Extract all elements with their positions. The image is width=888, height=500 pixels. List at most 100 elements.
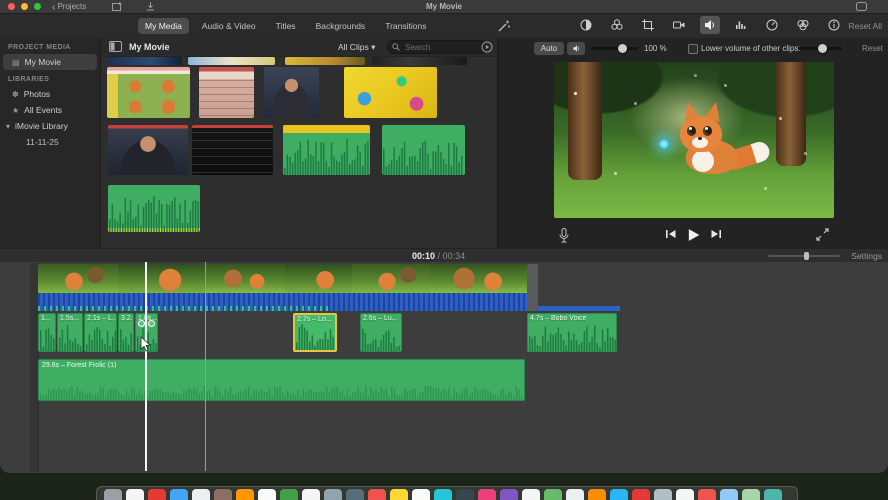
tab-audio-video[interactable]: Audio & Video xyxy=(195,18,263,34)
play-button[interactable] xyxy=(686,228,701,242)
dock-app-icon[interactable] xyxy=(390,489,408,500)
volume-slider[interactable] xyxy=(591,44,638,53)
media-thumbnail-man2[interactable] xyxy=(108,125,188,175)
clip-filter-dropdown[interactable]: All Clips ▾ xyxy=(338,42,375,53)
speed-icon[interactable] xyxy=(762,16,782,34)
media-thumbnail-man[interactable] xyxy=(264,67,319,118)
timeline-settings-button[interactable]: Settings xyxy=(851,251,882,261)
timeline-video-clip[interactable] xyxy=(118,264,206,293)
ducking-slider[interactable] xyxy=(798,44,842,53)
dock-app-icon[interactable] xyxy=(302,489,320,500)
video-audio-waveform[interactable] xyxy=(38,293,527,311)
play-filtered-icon[interactable] xyxy=(481,41,493,53)
dock-app-icon[interactable] xyxy=(588,489,606,500)
media-thumbnail-yellow[interactable] xyxy=(344,67,437,118)
timeline-audio-clip[interactable]: 1.5s... xyxy=(57,313,83,352)
clip-filter-icon[interactable] xyxy=(793,16,813,34)
timeline-video-clip[interactable] xyxy=(285,264,353,293)
timeline-video-clip[interactable] xyxy=(430,264,528,293)
background-music-clip[interactable]: 29.6s – Forest Frolic (1) xyxy=(38,359,525,401)
dock-app-icon[interactable] xyxy=(632,489,650,500)
stabilization-icon[interactable] xyxy=(669,16,689,34)
fullscreen-icon[interactable] xyxy=(816,228,829,241)
dock-app-icon[interactable] xyxy=(280,489,298,500)
sidebar-item-photos[interactable]: ✽ Photos xyxy=(0,86,100,102)
dock-app-icon[interactable] xyxy=(742,489,760,500)
dock-app-icon[interactable] xyxy=(104,489,122,500)
dock-app-icon[interactable] xyxy=(764,489,782,500)
dock-app-icon[interactable] xyxy=(500,489,518,500)
timeline-audio-clip[interactable]: 3.2... xyxy=(118,313,134,352)
tab-my-media[interactable]: My Media xyxy=(138,18,189,34)
media-thumbnail-terminal[interactable] xyxy=(192,125,273,175)
fade-handle[interactable] xyxy=(138,320,145,327)
dock-app-icon[interactable] xyxy=(170,489,188,500)
dock-app-icon[interactable] xyxy=(654,489,672,500)
crop-icon[interactable] xyxy=(638,16,658,34)
fade-handle[interactable] xyxy=(148,320,155,327)
timeline-audio-clip[interactable]: 2.1s – L... xyxy=(84,313,117,352)
timeline-audio-clip[interactable]: 4.7s – Bobo Voice xyxy=(527,313,617,352)
tab-transitions[interactable]: Transitions xyxy=(378,18,433,34)
timeline-video-clip[interactable] xyxy=(352,264,431,293)
dock-app-icon[interactable] xyxy=(676,489,694,500)
search-input[interactable] xyxy=(403,41,477,53)
media-thumbnail-partial-sky[interactable] xyxy=(188,57,275,65)
dock-app-icon[interactable] xyxy=(126,489,144,500)
voiceover-mic-icon[interactable] xyxy=(558,228,570,244)
tab-backgrounds[interactable]: Backgrounds xyxy=(309,18,373,34)
dock-app-icon[interactable] xyxy=(698,489,716,500)
dock-app-icon[interactable] xyxy=(412,489,430,500)
clip-end-handle[interactable] xyxy=(527,264,538,311)
ducking-slider-knob[interactable] xyxy=(818,44,827,53)
noise-reduction-icon[interactable] xyxy=(731,16,751,34)
next-frame-button[interactable] xyxy=(710,228,723,240)
timeline-audio-clip[interactable]: 1... xyxy=(38,313,56,352)
media-thumbnail-doc[interactable] xyxy=(199,67,254,118)
dock-app-icon[interactable] xyxy=(434,489,452,500)
media-thumbnail-partial-dark[interactable] xyxy=(372,57,467,65)
dock-app-icon[interactable] xyxy=(544,489,562,500)
skimmer-line[interactable] xyxy=(205,262,206,471)
auto-volume-button[interactable]: Auto xyxy=(534,42,564,55)
media-thumbnail-audio-yellowtop[interactable] xyxy=(283,125,370,175)
mute-button[interactable] xyxy=(567,42,585,55)
media-thumbnail-partial-blue[interactable] xyxy=(107,57,182,65)
previous-frame-button[interactable] xyxy=(664,228,677,240)
dock-app-icon[interactable] xyxy=(720,489,738,500)
sidebar-item-event-11-11-25[interactable]: 11-11-25 xyxy=(0,134,100,150)
tab-titles[interactable]: Titles xyxy=(269,18,303,34)
sidebar-toggle-icon[interactable] xyxy=(109,41,122,52)
color-correction-icon[interactable] xyxy=(607,16,627,34)
dock-app-icon[interactable] xyxy=(456,489,474,500)
volume-icon[interactable] xyxy=(700,16,720,34)
dock-app-icon[interactable] xyxy=(192,489,210,500)
enhance-wand-icon[interactable] xyxy=(497,19,511,33)
dock-app-icon[interactable] xyxy=(566,489,584,500)
dock-app-icon[interactable] xyxy=(214,489,232,500)
volume-slider-knob[interactable] xyxy=(618,44,627,53)
sidebar-item-all-events[interactable]: ★ All Events xyxy=(0,102,100,118)
timeline-zoom-slider[interactable] xyxy=(768,252,840,260)
dock-app-icon[interactable] xyxy=(236,489,254,500)
chevron-down-icon[interactable]: ▾ xyxy=(6,122,10,131)
dock-app-icon[interactable] xyxy=(324,489,342,500)
timeline-audio-clip[interactable]: 2.6s – Lu... xyxy=(360,313,402,352)
volume-reset-button[interactable]: Reset xyxy=(862,44,883,53)
dock-app-icon[interactable] xyxy=(368,489,386,500)
timeline-video-clip[interactable] xyxy=(205,264,286,293)
dock-app-icon[interactable] xyxy=(522,489,540,500)
media-thumbnail-foxgrid[interactable] xyxy=(107,67,190,118)
dock-app-icon[interactable] xyxy=(478,489,496,500)
dock-app-icon[interactable] xyxy=(610,489,628,500)
reset-all-button[interactable]: Reset All xyxy=(848,21,882,31)
timeline-zoom-knob[interactable] xyxy=(804,252,809,260)
info-icon[interactable] xyxy=(824,16,844,34)
timeline-video-clip[interactable] xyxy=(38,264,119,293)
media-thumbnail-partial-yellow[interactable] xyxy=(285,57,365,65)
timeline-audio-clip-selected[interactable]: 2.7s – Lo... xyxy=(293,313,337,352)
lower-volume-checkbox[interactable] xyxy=(688,44,698,54)
share-icon[interactable] xyxy=(856,2,867,11)
search-field[interactable] xyxy=(387,40,487,54)
color-balance-icon[interactable] xyxy=(576,16,596,34)
